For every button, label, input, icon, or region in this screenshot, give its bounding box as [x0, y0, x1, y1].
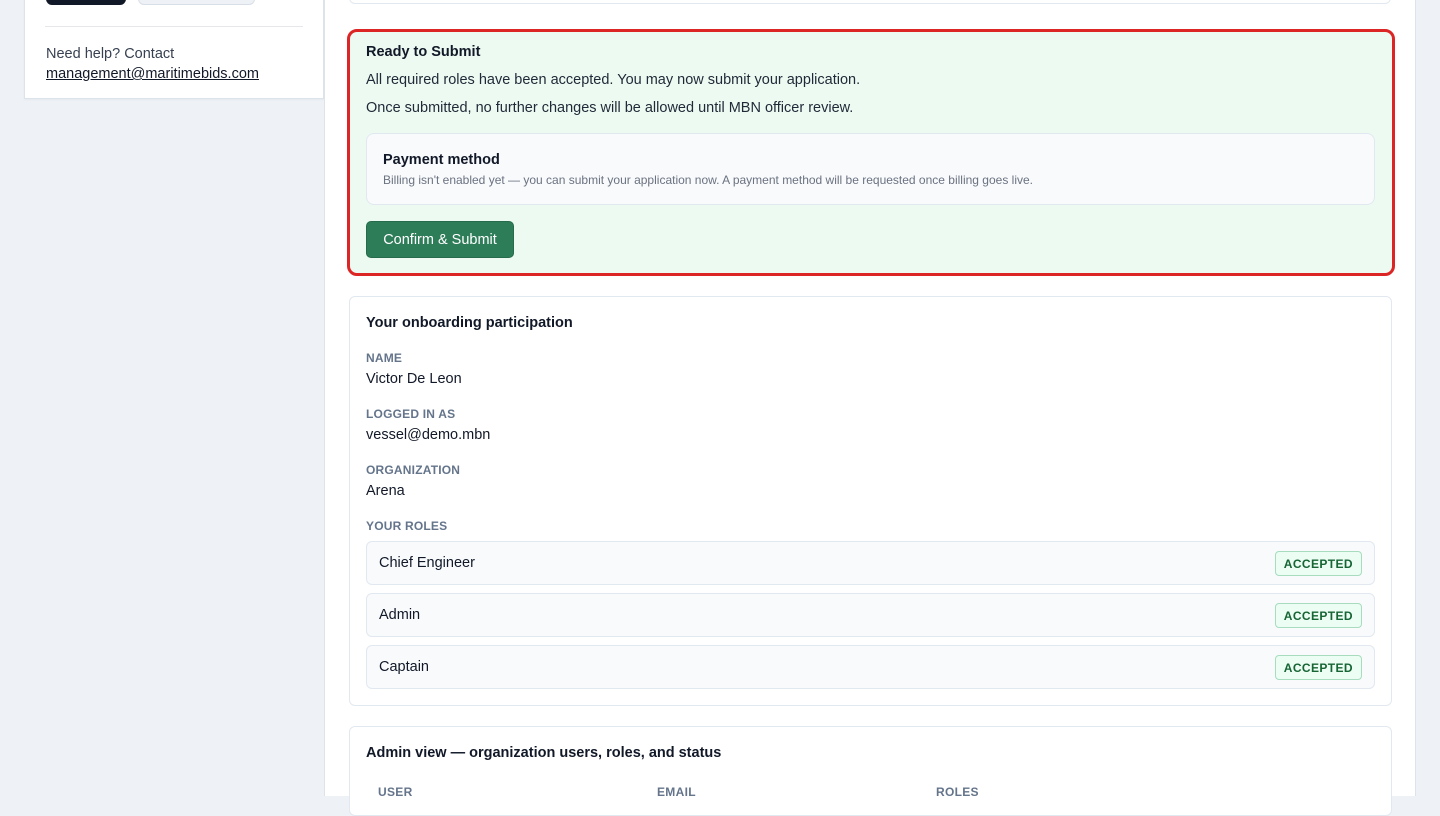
sidebar-secondary-button[interactable]: [138, 0, 255, 5]
ready-warning: Once submitted, no further changes will …: [366, 100, 854, 116]
column-header-user: USER: [378, 785, 413, 799]
payment-method-title: Payment method: [383, 152, 500, 168]
role-row: Captain ACCEPTED: [366, 645, 1375, 689]
sidebar-primary-button[interactable]: [46, 0, 126, 5]
organization-value: Arena: [366, 483, 405, 499]
participation-title: Your onboarding participation: [366, 315, 573, 331]
participation-card: Your onboarding participation NAME Victo…: [349, 296, 1392, 706]
ready-message: All required roles have been accepted. Y…: [366, 72, 861, 88]
admin-view-card: Admin view — organization users, roles, …: [349, 726, 1392, 816]
status-badge: ACCEPTED: [1274, 603, 1362, 628]
payment-method-description: Billing isn't enabled yet — you can subm…: [383, 173, 1034, 187]
status-badge: ACCEPTED: [1274, 551, 1362, 576]
logged-in-value: vessel@demo.mbn: [366, 427, 491, 443]
payment-method-box: Payment method Billing isn't enabled yet…: [366, 133, 1375, 205]
role-name: Admin: [379, 607, 421, 623]
organization-label: ORGANIZATION: [366, 463, 461, 477]
sidebar-help-card: Need help? Contact management@maritimebi…: [24, 0, 324, 99]
ready-title: Ready to Submit: [366, 44, 481, 60]
role-name: Captain: [379, 659, 429, 675]
sidebar-divider: [45, 26, 303, 27]
status-badge: ACCEPTED: [1274, 655, 1362, 680]
previous-card: [349, 0, 1391, 4]
confirm-submit-button[interactable]: Confirm & Submit: [366, 221, 514, 258]
role-row: Chief Engineer ACCEPTED: [366, 541, 1375, 585]
ready-to-submit-panel: Ready to Submit All required roles have …: [347, 29, 1395, 276]
name-label: NAME: [366, 351, 403, 365]
role-name: Chief Engineer: [379, 555, 475, 571]
roles-label: YOUR ROLES: [366, 519, 448, 533]
role-row: Admin ACCEPTED: [366, 593, 1375, 637]
logged-in-label: LOGGED IN AS: [366, 407, 456, 421]
help-text: Need help? Contact: [46, 46, 175, 62]
main-panel: Ready to Submit All required roles have …: [324, 0, 1416, 816]
admin-view-title: Admin view — organization users, roles, …: [366, 745, 722, 761]
name-value: Victor De Leon: [366, 371, 462, 387]
help-email-link[interactable]: management@maritimebids.com: [46, 64, 259, 84]
column-header-roles: ROLES: [936, 785, 979, 799]
column-header-email: EMAIL: [657, 785, 696, 799]
